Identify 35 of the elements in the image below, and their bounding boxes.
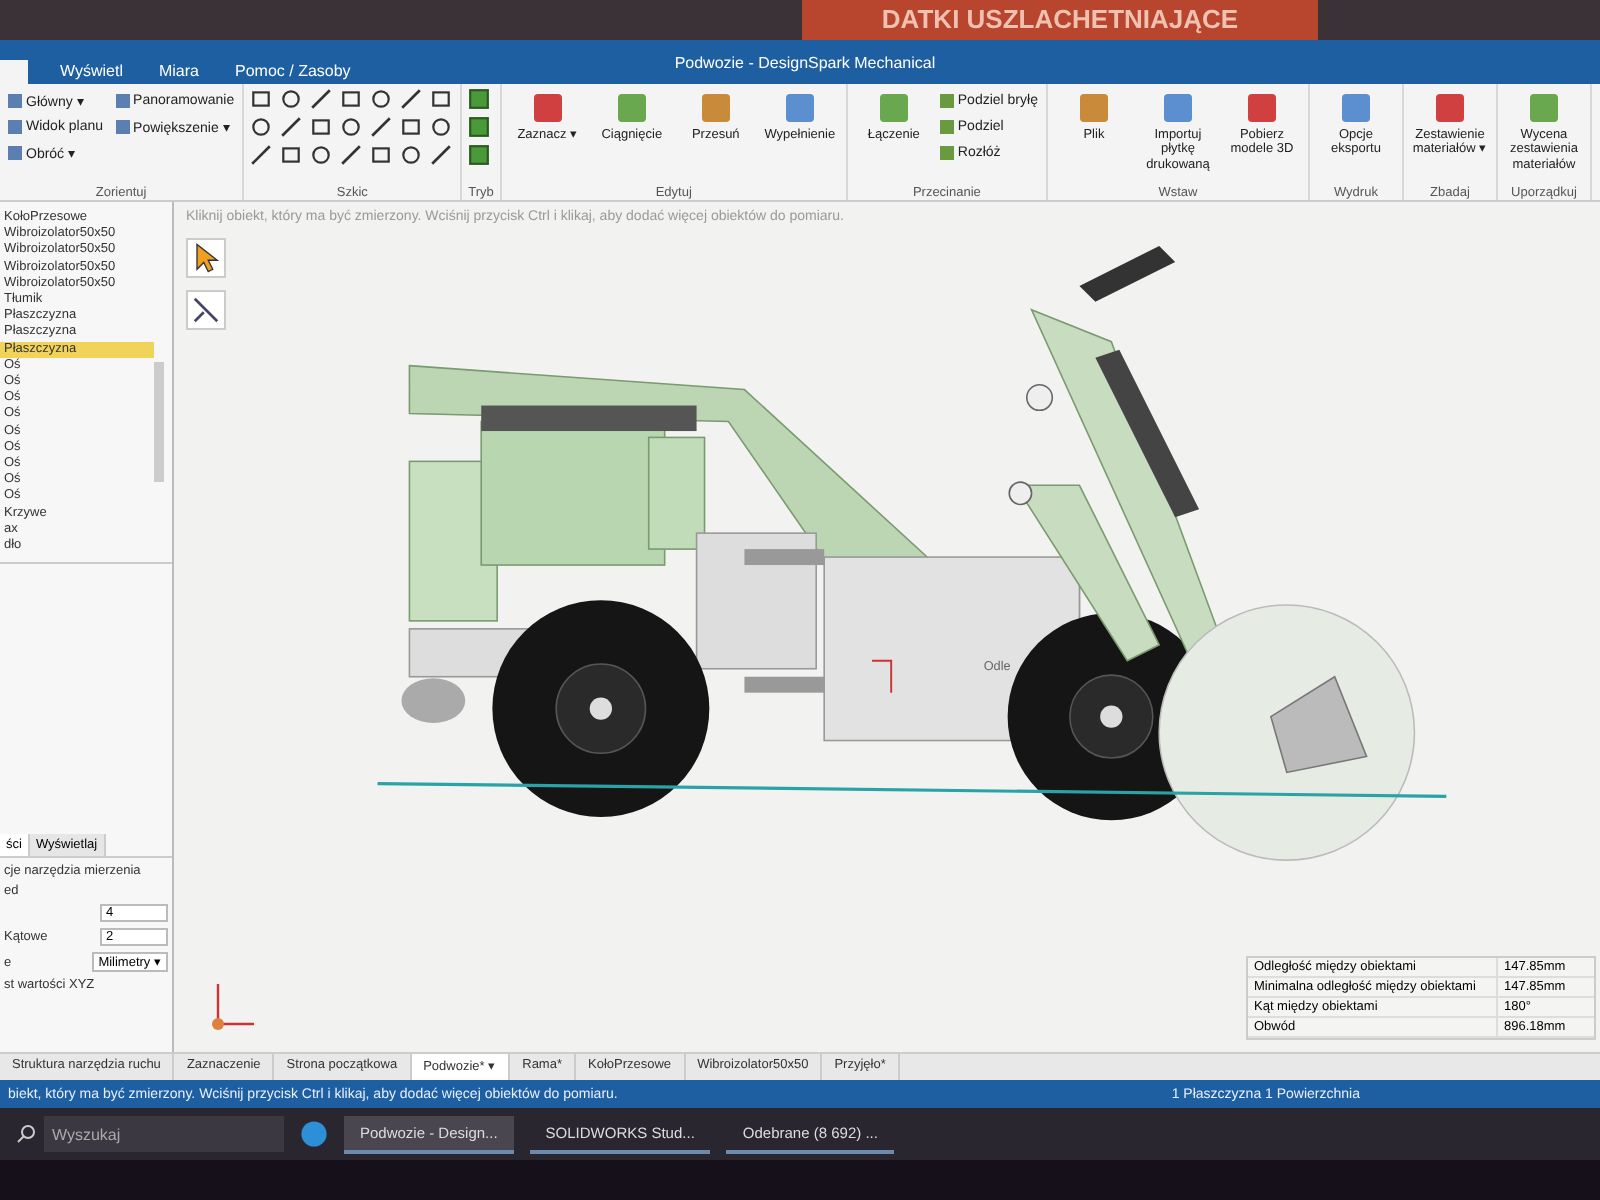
sketch-tool-icon[interactable] bbox=[430, 116, 453, 138]
sketch-tool-icon[interactable] bbox=[250, 116, 273, 138]
sketch-tool-icon[interactable] bbox=[400, 116, 423, 138]
cube-icon[interactable] bbox=[468, 88, 491, 110]
scrollbar[interactable] bbox=[154, 362, 164, 482]
wall-poster: DATKI USZLACHETNIAJĄCE bbox=[801, 0, 1319, 40]
sketch-tool-icon[interactable] bbox=[370, 88, 393, 110]
sketch-tool-icon[interactable] bbox=[400, 144, 423, 166]
sketch-tool-icon[interactable] bbox=[340, 144, 363, 166]
sketch-tool-icon[interactable] bbox=[280, 144, 303, 166]
ribbon-tab[interactable]: Wyświetl bbox=[56, 58, 127, 84]
sketch-tool-icon[interactable] bbox=[370, 116, 393, 138]
sketch-tool-icon[interactable] bbox=[340, 116, 363, 138]
search-icon bbox=[16, 1124, 36, 1144]
sketch-tool-icon[interactable] bbox=[280, 116, 303, 138]
sketch-tool-icon[interactable] bbox=[310, 116, 333, 138]
sketch-tool-icon[interactable] bbox=[310, 144, 333, 166]
ribbon-tab[interactable]: Miara bbox=[154, 58, 203, 84]
browser-icon[interactable] bbox=[300, 1120, 328, 1148]
sketch-tool-icon[interactable] bbox=[340, 88, 363, 110]
search-field[interactable]: Wyszukaj bbox=[44, 1116, 284, 1152]
sketch-tool-icon[interactable] bbox=[370, 144, 393, 166]
cube-icon[interactable] bbox=[468, 116, 491, 138]
measure-tool-icon[interactable] bbox=[186, 290, 226, 330]
sketch-tool-icon[interactable] bbox=[250, 88, 273, 110]
axis-triad-icon bbox=[871, 659, 893, 694]
sketch-tool-icon[interactable] bbox=[280, 88, 303, 110]
sketch-tool-icon[interactable] bbox=[430, 144, 453, 166]
sketch-tool-icon[interactable] bbox=[430, 88, 453, 110]
ribbon-tab[interactable]: Pomoc / Zasoby bbox=[231, 58, 355, 84]
window-title: Podwozie - DesignSpark Mechanical bbox=[674, 54, 936, 76]
sketch-tool-icon[interactable] bbox=[310, 88, 333, 110]
cube-icon[interactable] bbox=[468, 144, 491, 166]
sketch-tool-icon[interactable] bbox=[250, 144, 273, 166]
sketch-tool-icon[interactable] bbox=[400, 88, 423, 110]
